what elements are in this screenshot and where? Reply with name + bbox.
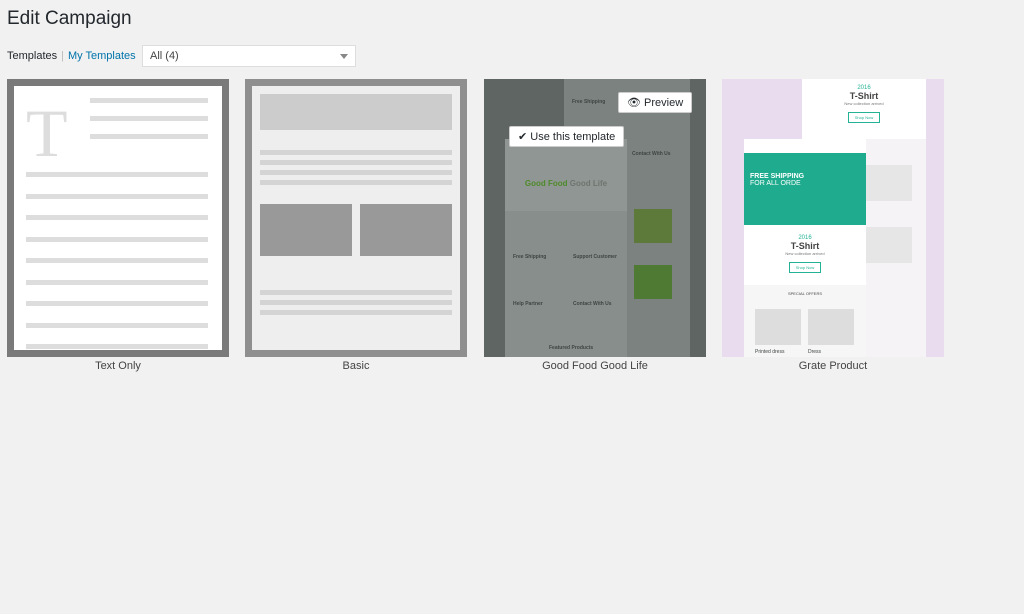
check-icon: ✔ [518,131,531,143]
category-filter-select[interactable]: All (4) [142,45,356,67]
text-line [260,150,452,155]
thumb-text: Contact With Us [632,151,671,157]
template-name: Good Food Good Life [542,360,648,372]
use-template-label: Use this template [530,131,616,143]
preview-label: Preview [644,97,684,109]
template-name: Grate Product [798,360,868,372]
thumb-text: Free Shipping [572,99,606,105]
template-name: Text Only [95,360,141,372]
text-line [260,290,452,295]
template-card-text-only[interactable]: T [7,79,229,357]
text-line [26,279,208,285]
thumb-text: New collection arrived [785,251,825,256]
thumb-text: FREE SHIPPING [750,173,805,180]
tab-separator: | [61,50,64,62]
text-line [26,322,208,328]
thumb-heading: Good Life [569,179,608,188]
text-line [90,98,208,103]
thumb-text: Featured Products [549,345,594,351]
thumb-text: Shop Now [847,112,881,123]
thumb-text: Contact With Us [573,301,612,307]
thumb-heading: Good Food [524,179,568,188]
thumbnail-front-page: FREE SHIPPING FOR ALL ORDE 2016 T-Shirt N… [744,139,866,357]
preview-button[interactable]: 👁 Preview [618,92,693,113]
template-card-basic[interactable] [245,79,467,357]
text-line [26,172,208,177]
text-line [260,170,452,175]
text-glyph-icon: T [26,95,68,171]
chevron-down-icon [340,54,348,59]
thumb-text: Dress [808,349,822,355]
text-line [90,134,208,139]
thumb-text: New collection arrived [844,101,884,106]
thumb-text: T-Shirt [790,241,820,251]
text-line [90,116,208,121]
page-title: Edit Campaign [7,8,132,29]
tab-templates[interactable]: Templates [7,50,57,62]
thumb-text: Help Partner [513,301,543,307]
template-card-good-food[interactable]: Free Shipping Contact With Us Good Food … [484,79,706,357]
thumb-text: Shop Now [788,262,822,273]
text-line [260,160,452,165]
thumb-text: T-Shirt [849,91,879,101]
thumb-text: FOR ALL ORDE [750,180,801,187]
text-line [26,258,208,263]
thumb-text: Support Customer [573,254,617,260]
eye-icon: 👁 [627,97,645,109]
template-thumbnail [252,86,460,350]
tab-my-templates[interactable]: My Templates [68,50,136,62]
thumbnail-front-page: Good Food Good Life Free Shipping Suppor… [505,139,627,357]
thumb-text: Printed dress [755,349,785,355]
text-line [260,310,452,315]
text-line [26,215,208,220]
text-line [26,193,208,199]
template-thumbnail: T [14,86,222,350]
template-name: Basic [342,360,370,372]
use-template-button[interactable]: ✔ Use this template [509,126,625,147]
text-line [260,180,452,185]
template-tabs: Templates | My Templates [7,50,136,62]
text-line [26,301,208,306]
text-line [26,344,208,349]
text-line [26,236,208,242]
template-card-grate-product[interactable]: 2016 T-Shirt New collection arrived Shop… [722,79,944,357]
text-line [260,300,452,305]
filter-value: All (4) [150,50,179,62]
thumb-text: Free Shipping [513,254,547,260]
